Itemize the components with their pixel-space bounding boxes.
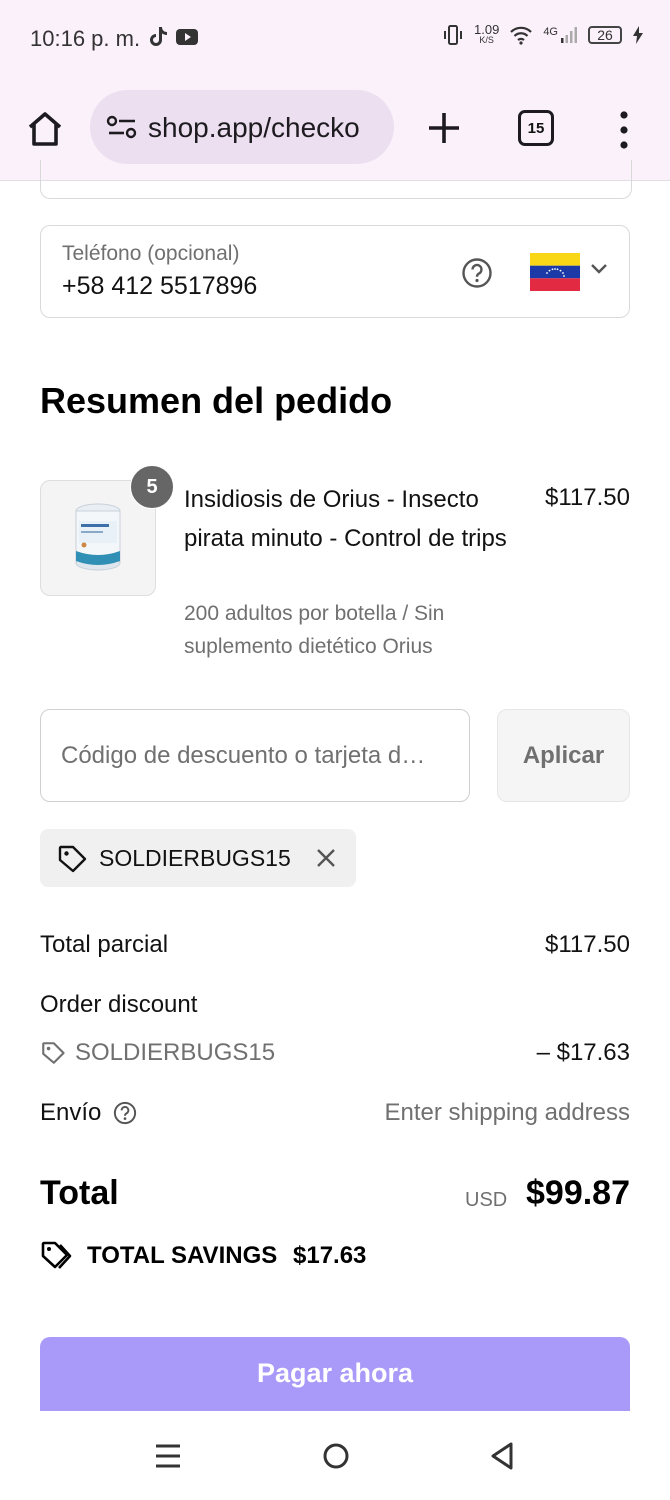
total-currency: USD <box>465 1189 508 1211</box>
charging-icon <box>633 26 643 44</box>
savings-value: $17.63 <box>293 1242 367 1269</box>
home-circle-icon[interactable] <box>322 1442 350 1470</box>
venezuela-flag-icon[interactable] <box>530 253 580 291</box>
battery-level: 26 <box>597 27 613 43</box>
discount-code-label: SOLDIERBUGS15 <box>75 1039 276 1066</box>
product-price: $117.50 <box>545 484 630 511</box>
subtotal-value: $117.50 <box>545 931 630 958</box>
product-name: Insidiosis de Orius - Insecto pirata min… <box>184 486 507 552</box>
signal-indicator: 4G <box>543 26 578 44</box>
net-speed-unit: K/S <box>479 35 494 45</box>
net-speed-value: 1.09 <box>474 22 500 37</box>
back-triangle-icon[interactable] <box>489 1441 515 1471</box>
product-variant: 200 adultos por botella / Sin suplemento… <box>184 602 445 658</box>
chevron-down-icon[interactable] <box>589 262 609 276</box>
savings-label: TOTAL SAVINGS <box>87 1242 278 1269</box>
url-text[interactable]: shop.app/checko <box>148 112 360 144</box>
site-settings-icon[interactable] <box>106 114 138 140</box>
wifi-icon <box>510 26 533 45</box>
kebab-menu-icon[interactable] <box>612 108 636 152</box>
shipping-help-icon[interactable] <box>113 1101 137 1125</box>
status-indicators: 1.09 K/S 4G 26 <box>442 22 644 46</box>
tag-icon <box>58 845 87 873</box>
pay-now-button[interactable]: Pagar ahora <box>40 1337 630 1411</box>
section-title: Resumen del pedido <box>40 380 393 421</box>
apply-button[interactable]: Aplicar <box>497 709 630 802</box>
discount-value: – $17.63 <box>536 1039 630 1066</box>
applied-code-tag: SOLDIERBUGS15 <box>40 829 356 887</box>
signal-icon <box>561 27 577 43</box>
vibrate-icon <box>444 25 462 45</box>
phone-label: Teléfono (opcional) <box>62 242 240 265</box>
phone-field[interactable]: Teléfono (opcional) +58 412 5517896 <box>40 225 630 318</box>
status-time: 10:16 p. m. <box>30 26 141 51</box>
youtube-icon <box>176 29 198 45</box>
system-nav-bar <box>0 1411 670 1500</box>
tiktok-icon <box>150 27 167 46</box>
network-type: 4G <box>543 26 558 38</box>
discount-code-input[interactable] <box>40 709 470 802</box>
subtotal-label: Total parcial <box>40 931 169 958</box>
remove-code-close-icon[interactable] <box>314 846 338 870</box>
shipping-label: Envío <box>40 1099 102 1126</box>
status-app-icons <box>148 26 198 48</box>
tab-count: 15 <box>527 119 545 137</box>
url-bar[interactable]: shop.app/checko <box>90 90 394 164</box>
net-speed: 1.09 K/S <box>474 22 500 46</box>
battery-indicator: 26 <box>588 26 622 44</box>
total-value: $99.87 <box>526 1174 630 1212</box>
email-field-partial[interactable] <box>40 160 632 199</box>
quantity-badge: 5 <box>130 465 174 509</box>
discount-tag-icon <box>42 1042 65 1064</box>
home-icon[interactable] <box>22 106 68 152</box>
phone-value[interactable]: +58 412 5517896 <box>62 272 257 301</box>
shipping-value: Enter shipping address <box>384 1099 630 1126</box>
plus-icon[interactable] <box>424 108 464 148</box>
recent-apps-icon[interactable] <box>154 1443 182 1469</box>
applied-code-text: SOLDIERBUGS15 <box>99 845 291 871</box>
savings-tag-icon <box>41 1241 72 1269</box>
tab-switcher-icon[interactable]: 15 <box>518 110 554 146</box>
total-label: Total <box>40 1174 119 1212</box>
order-discount-label: Order discount <box>40 991 198 1018</box>
help-icon[interactable] <box>461 257 493 289</box>
status-bar: 10:16 p. m. 1.09 K/S 4G 26 <box>0 0 670 78</box>
